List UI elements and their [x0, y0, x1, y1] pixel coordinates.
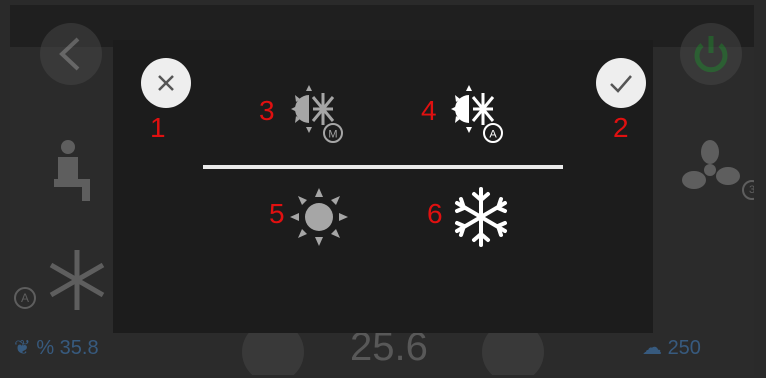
- back-button[interactable]: [40, 23, 102, 85]
- mode-cool-button[interactable]: [449, 185, 513, 249]
- annotation-number: 3: [259, 95, 275, 126]
- fan-icon: [682, 140, 740, 189]
- power-button[interactable]: [680, 23, 742, 85]
- checkmark-icon: [610, 75, 632, 93]
- snowflake-icon: [455, 187, 507, 247]
- chevron-left-icon: [59, 37, 80, 71]
- annotation-number: 5: [269, 198, 285, 229]
- auto-badge: A: [14, 287, 36, 309]
- svg-text:M: M: [328, 129, 337, 141]
- mode-select-dialog: 1 2 3 M 4 A 5 6: [113, 40, 653, 333]
- cloud-rain-icon: ☁: [642, 337, 668, 359]
- close-button[interactable]: [141, 58, 191, 108]
- mode-heat-cool-manual-button[interactable]: M: [283, 85, 353, 145]
- sun-icon: [290, 188, 348, 246]
- sun-snowflake-icon: M: [291, 85, 343, 143]
- annotation-number: 4: [421, 95, 437, 126]
- power-icon: [694, 36, 728, 73]
- snowflake-icon: [49, 250, 105, 310]
- annotation-number: 6: [427, 198, 443, 229]
- annotation-number: 2: [613, 112, 629, 143]
- close-icon: [158, 75, 174, 91]
- mode-heat-button[interactable]: [287, 185, 351, 249]
- fan-speed-badge: 3: [742, 180, 754, 200]
- divider: [203, 165, 563, 169]
- confirm-button[interactable]: [596, 58, 646, 108]
- leaf-icon: ❦: [14, 337, 37, 359]
- humidity-readout: ❦ % 35.8: [14, 337, 99, 359]
- airflow-readout: ☁ 250: [642, 337, 701, 359]
- sun-snowflake-icon: A: [451, 85, 503, 143]
- annotation-number: 1: [150, 112, 166, 143]
- seated-person-icon: [54, 140, 90, 201]
- svg-text:A: A: [489, 129, 497, 141]
- mode-heat-cool-auto-button[interactable]: A: [443, 85, 513, 145]
